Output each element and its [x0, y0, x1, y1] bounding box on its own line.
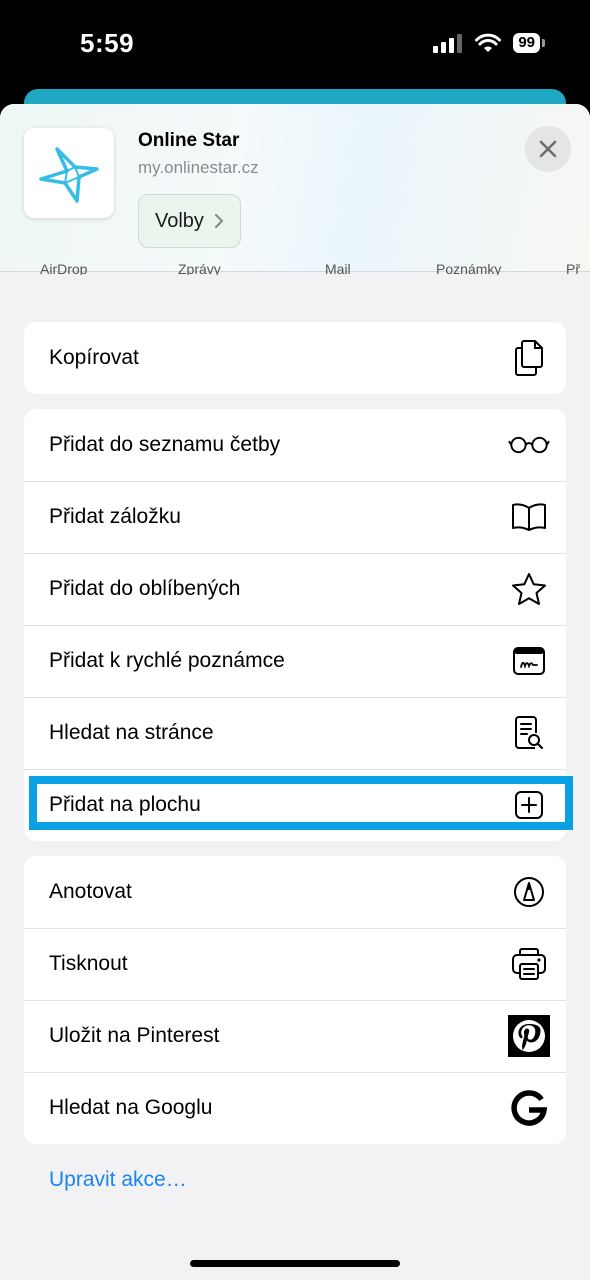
share-sheet: Online Star my.onlinestar.cz Volby AirDr…	[0, 104, 590, 1280]
action-add-bookmark[interactable]: Přidat záložku	[24, 481, 566, 553]
battery-indicator: 99	[513, 33, 545, 53]
action-copy[interactable]: Kopírovat	[24, 322, 566, 394]
action-label: Přidat do oblíbených	[49, 577, 241, 600]
wifi-icon	[475, 33, 502, 52]
status-indicators: 99	[433, 33, 545, 53]
action-group-copy: Kopírovat	[24, 322, 566, 394]
action-find-on-page[interactable]: Hledat na stránce	[24, 697, 566, 769]
glasses-icon	[508, 424, 550, 466]
options-button-label: Volby	[155, 209, 204, 232]
online-star-logo-icon	[39, 147, 99, 203]
share-target-label[interactable]: Zprávy	[178, 261, 221, 275]
share-target-label[interactable]: Př	[566, 261, 580, 275]
markup-icon	[508, 871, 550, 913]
star-icon	[508, 568, 550, 610]
action-group-extensions: Anotovat Tisknout Uložit na Pinterest Hl…	[24, 856, 566, 1144]
copy-icon	[508, 337, 550, 379]
share-target-label[interactable]: AirDrop	[40, 261, 87, 275]
action-label: Hledat na Googlu	[49, 1096, 213, 1119]
google-icon	[508, 1087, 550, 1129]
find-in-page-icon	[508, 712, 550, 754]
share-sheet-header: Online Star my.onlinestar.cz Volby	[0, 104, 590, 272]
share-target-label[interactable]: Mail	[325, 261, 351, 275]
home-indicator[interactable]	[190, 1260, 400, 1267]
action-add-quick-note[interactable]: Přidat k rychlé poznámce	[24, 625, 566, 697]
chevron-right-icon	[214, 213, 224, 229]
quick-note-icon	[508, 640, 550, 682]
action-label: Anotovat	[49, 880, 132, 903]
book-icon	[508, 496, 550, 538]
action-label: Tisknout	[49, 952, 128, 975]
action-add-reading-list[interactable]: Přidat do seznamu četby	[24, 409, 566, 481]
action-label: Přidat k rychlé poznámce	[49, 649, 285, 672]
close-icon	[539, 140, 557, 158]
share-target-label[interactable]: Poznámky	[436, 261, 501, 275]
action-label: Uložit na Pinterest	[49, 1024, 220, 1047]
edit-actions-link[interactable]: Upravit akce…	[49, 1168, 187, 1192]
printer-icon	[508, 943, 550, 985]
action-save-pinterest[interactable]: Uložit na Pinterest	[24, 1000, 566, 1072]
action-search-google[interactable]: Hledat na Googlu	[24, 1072, 566, 1144]
share-title: Online Star	[138, 130, 240, 151]
action-label: Hledat na stránce	[49, 721, 214, 744]
site-thumbnail	[24, 128, 114, 218]
action-markup[interactable]: Anotovat	[24, 856, 566, 928]
pinterest-icon	[508, 1015, 550, 1057]
status-bar: 5:59 99	[0, 0, 590, 90]
share-url: my.onlinestar.cz	[138, 158, 259, 177]
highlight-box	[29, 776, 573, 830]
options-button[interactable]: Volby	[138, 194, 241, 248]
cellular-signal-icon	[433, 34, 463, 53]
close-button[interactable]	[525, 126, 571, 172]
action-print[interactable]: Tisknout	[24, 928, 566, 1000]
status-time: 5:59	[80, 28, 135, 58]
action-label: Přidat do seznamu četby	[49, 433, 281, 456]
action-label: Přidat záložku	[49, 505, 181, 528]
action-add-favorites[interactable]: Přidat do oblíbených	[24, 553, 566, 625]
share-targets-row-peek: AirDrop Zprávy Mail Poznámky Př	[0, 261, 590, 275]
action-label: Kopírovat	[49, 346, 139, 369]
